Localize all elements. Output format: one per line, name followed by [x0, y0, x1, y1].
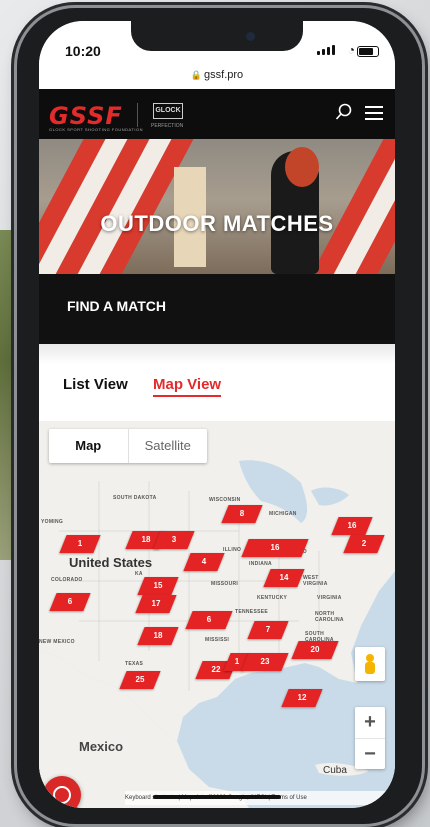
match-marker[interactable]: 8	[221, 505, 263, 523]
label-virginia: VIRGINIA	[317, 595, 342, 601]
cookie-settings-icon[interactable]	[43, 776, 81, 808]
home-indicator	[153, 795, 281, 799]
label-tennessee: TENNESSEE	[235, 609, 268, 615]
status-time: 10:20	[65, 43, 101, 59]
find-a-match-label: FIND A MATCH	[67, 298, 167, 314]
label-indiana: INDIANA	[249, 561, 272, 567]
view-tabs: List View Map View	[39, 364, 395, 424]
match-marker[interactable]: 2	[343, 535, 385, 553]
match-marker[interactable]: 17	[135, 595, 177, 613]
camera	[246, 32, 255, 41]
map-type-toggle: Map Satellite	[49, 429, 207, 463]
label-mississippi: MISSISSI	[205, 637, 230, 643]
match-marker[interactable]: 16	[241, 539, 309, 557]
address-bar[interactable]: 🔒 gssf.pro	[39, 69, 395, 89]
find-a-match-bar[interactable]: FIND A MATCH	[39, 274, 395, 344]
match-marker[interactable]: 1	[59, 535, 101, 553]
battery-icon	[357, 46, 379, 57]
label-michigan: MICHIGAN	[269, 511, 297, 517]
match-marker[interactable]: 6	[49, 593, 91, 611]
label-mexico: Mexico	[79, 739, 124, 754]
zoom-control: + −	[355, 707, 385, 769]
zoom-out-button[interactable]: −	[355, 739, 385, 770]
lock-icon: 🔒	[190, 70, 203, 80]
label-united-states: United States	[69, 555, 153, 570]
match-marker[interactable]: 18	[137, 627, 179, 645]
glock-logo-subtitle: PERFECTION	[151, 123, 184, 129]
label-texas: TEXAS	[125, 661, 144, 667]
match-marker[interactable]: 4	[183, 553, 225, 571]
label-south-dakota: SOUTH DAKOTA	[113, 495, 157, 501]
glock-logo[interactable]: GLOCK	[153, 103, 183, 119]
wifi-icon: ◔	[347, 43, 355, 57]
match-marker[interactable]: 12	[281, 689, 323, 707]
label-west-virginia: WEST VIRGINIA	[303, 575, 328, 587]
match-marker[interactable]: 23	[241, 653, 289, 671]
signal-icon	[317, 45, 335, 55]
hero-title: OUTDOOR MATCHES	[100, 211, 334, 236]
zoom-in-button[interactable]: +	[355, 707, 385, 739]
gssf-logo-subtitle: GLOCK SPORT SHOOTING FOUNDATION	[49, 127, 143, 132]
street-view-pegman-icon[interactable]	[355, 647, 385, 681]
hero-banner: OUTDOOR MATCHES	[39, 139, 395, 274]
match-marker[interactable]: 3	[153, 531, 195, 549]
phone-screen: 10:20 ◔ 🔒 gssf.pro GSSF GLOCK SPORT SHOOT…	[39, 21, 395, 808]
match-marker[interactable]: 16	[331, 517, 373, 535]
label-wisconsin: WISCONSIN	[209, 497, 241, 503]
header-divider	[137, 103, 138, 127]
search-icon[interactable]	[335, 103, 353, 121]
match-marker[interactable]: 7	[247, 621, 289, 639]
tab-map-view[interactable]: Map View	[153, 376, 222, 397]
url-text: gssf.pro	[204, 69, 244, 81]
label-illinois: ILLINO	[223, 547, 242, 553]
match-map[interactable]: Map Satellite SOUTH DAKOTA WISCONSIN MIC…	[39, 421, 395, 808]
label-new-mexico: NEW MEXICO	[39, 639, 75, 645]
gssf-logo[interactable]: GSSF	[49, 102, 123, 130]
map-type-map[interactable]: Map	[49, 429, 128, 463]
label-cuba: Cuba	[323, 765, 347, 776]
map-type-satellite[interactable]: Satellite	[127, 429, 208, 463]
match-marker[interactable]: 14	[263, 569, 305, 587]
match-marker[interactable]: 6	[185, 611, 233, 629]
site-header: GSSF GLOCK SPORT SHOOTING FOUNDATION GLO…	[39, 89, 395, 139]
label-colorado: COLORADO	[51, 577, 83, 583]
notch	[131, 21, 303, 51]
match-marker[interactable]: 15	[137, 577, 179, 595]
label-wyoming: YOMING	[41, 519, 64, 525]
match-marker[interactable]: 20	[291, 641, 339, 659]
label-north-carolina: NORTH CAROLINA	[315, 611, 344, 623]
menu-icon[interactable]	[365, 106, 383, 120]
match-marker[interactable]: 25	[119, 671, 161, 689]
label-missouri: MISSOURI	[211, 581, 239, 587]
label-kentucky: KENTUCKY	[257, 595, 288, 601]
tab-list-view[interactable]: List View	[63, 376, 128, 393]
